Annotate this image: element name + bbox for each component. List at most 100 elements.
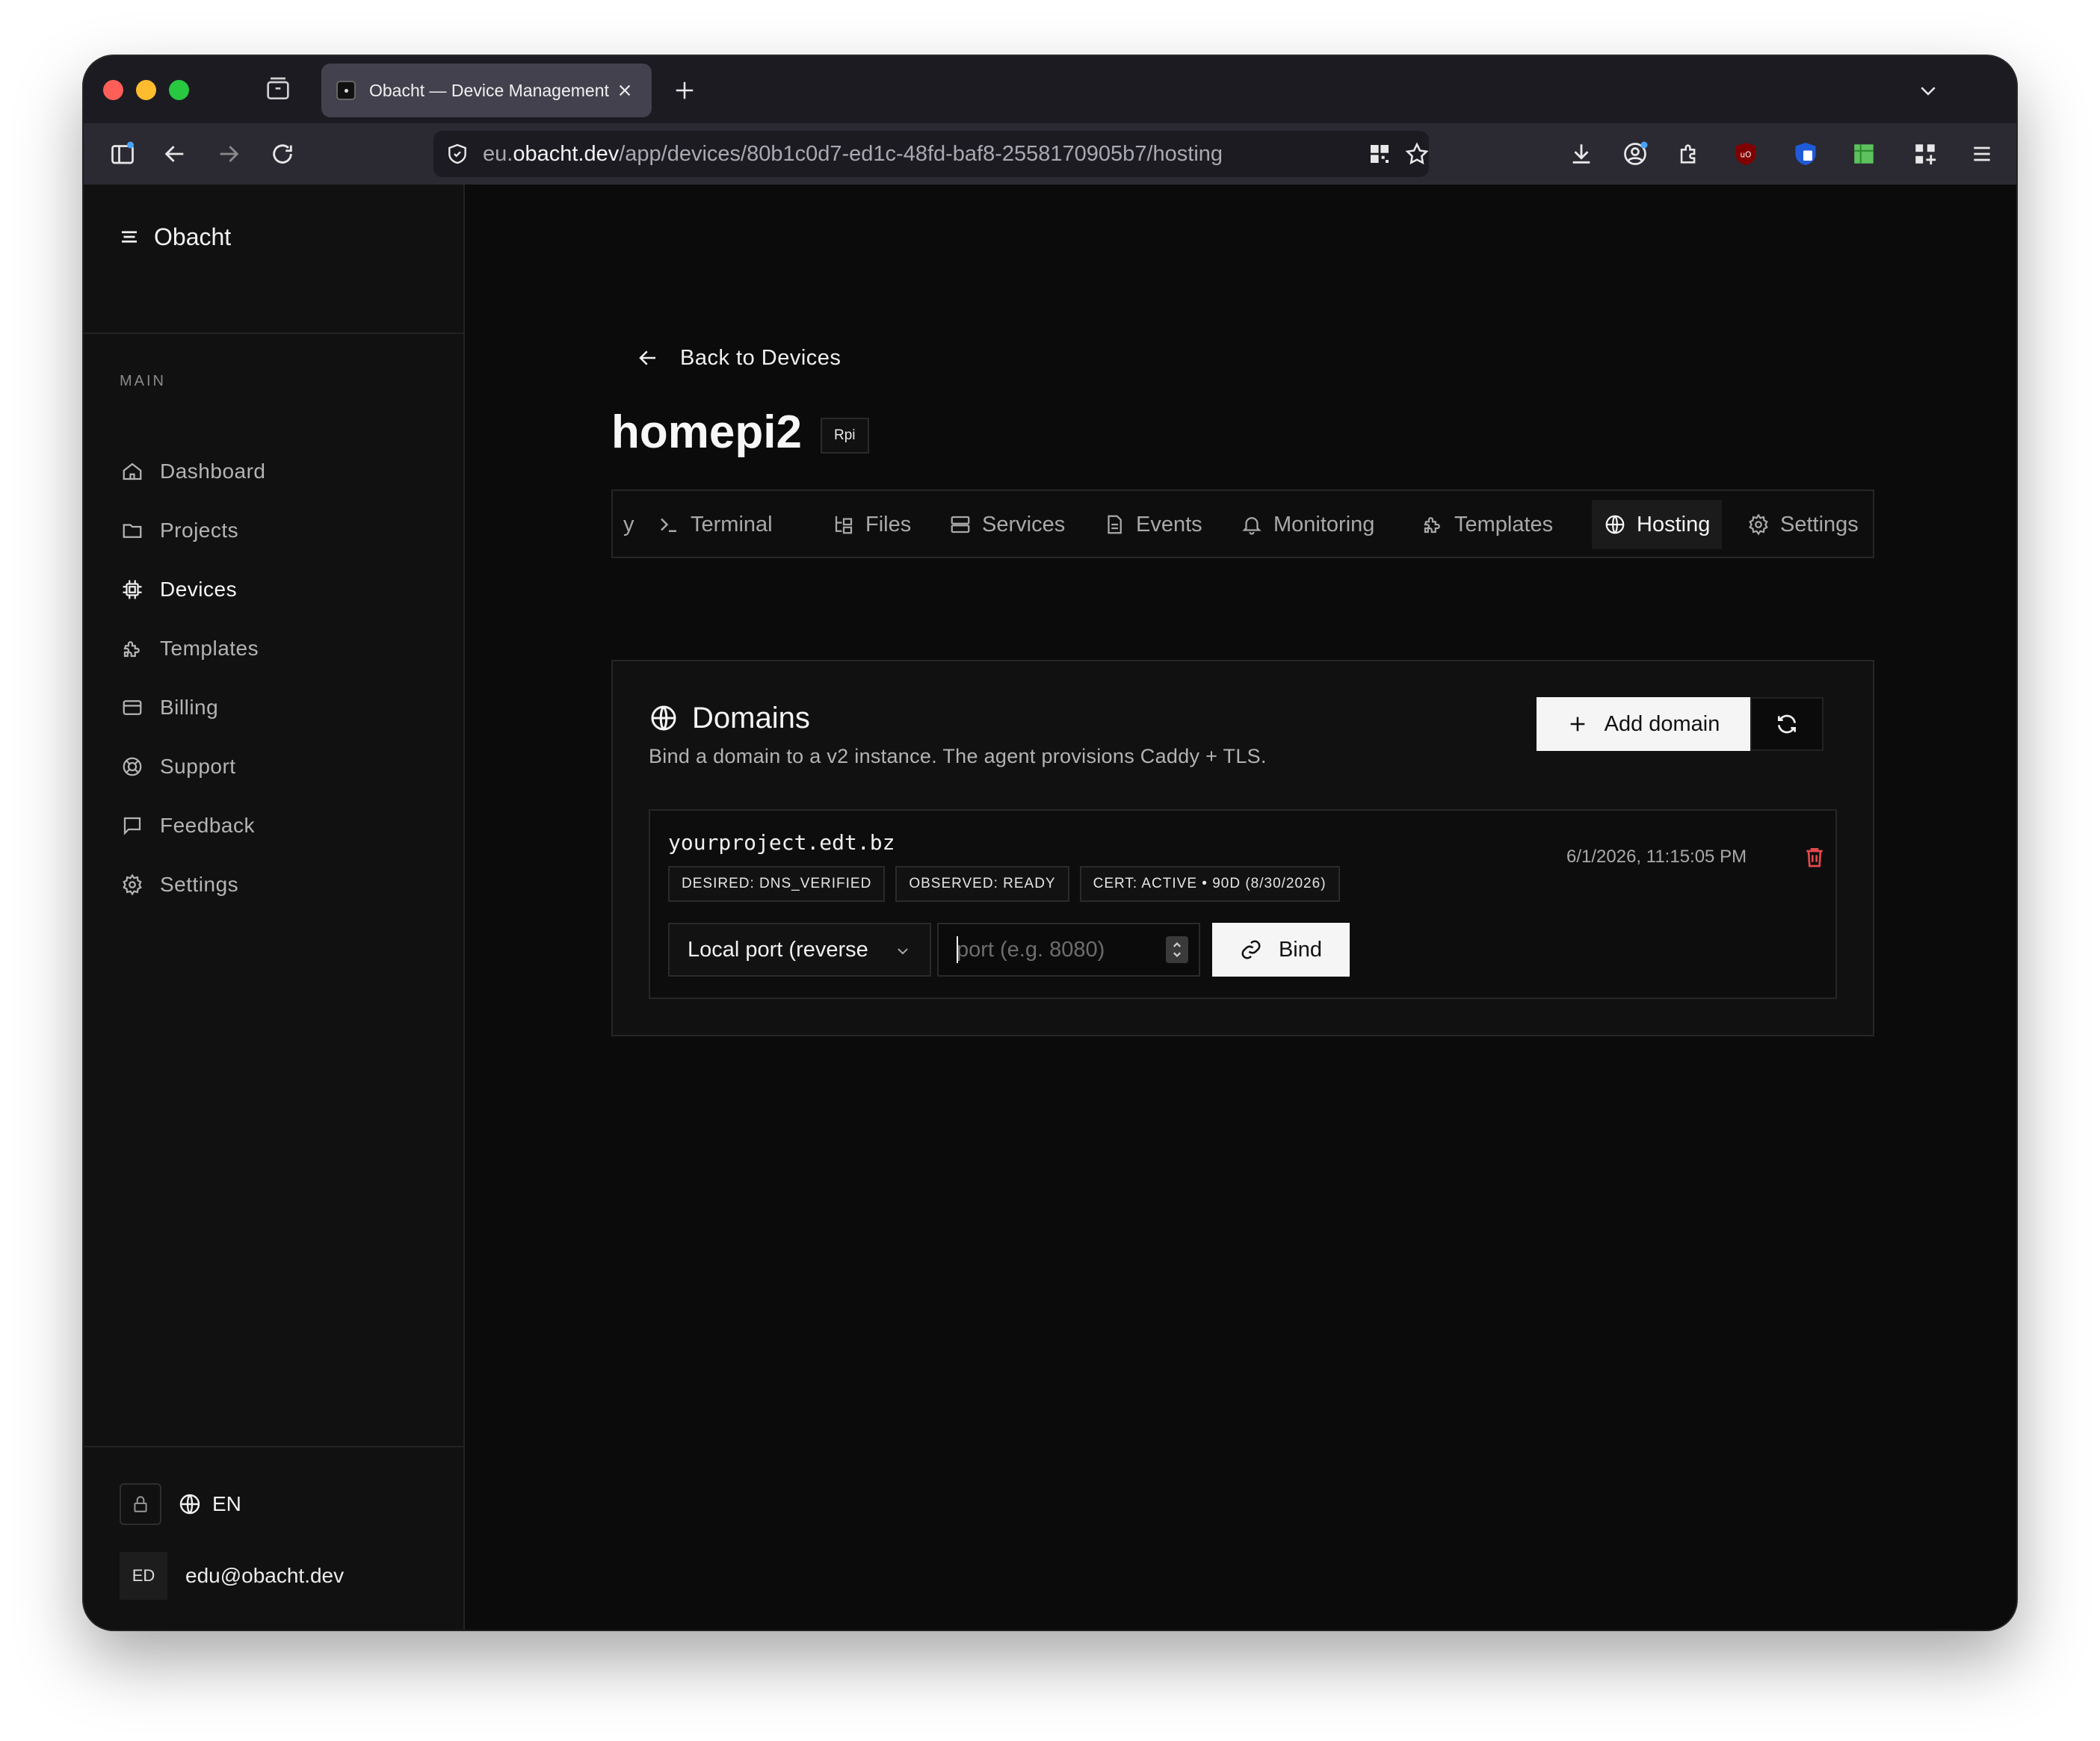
tab-overview-icon[interactable]	[263, 75, 293, 105]
avatar[interactable]: ED	[120, 1552, 167, 1600]
globe-icon	[178, 1492, 202, 1516]
back-arrow-icon[interactable]	[158, 137, 191, 170]
tab-files[interactable]: Files	[821, 500, 923, 549]
minimize-window-button[interactable]	[136, 80, 156, 100]
gear-icon	[1747, 513, 1770, 536]
tab-overview-partial[interactable]: y	[613, 500, 646, 549]
device-type-badge: Rpi	[821, 418, 869, 454]
delete-domain-button[interactable]	[1801, 844, 1828, 870]
forward-arrow-icon[interactable]	[212, 137, 245, 170]
app-sidebar: Obacht MAIN Dashboard Projects Devices T…	[84, 185, 465, 1630]
main-content: Back to Devices homepi2 Rpi y Terminal F…	[465, 185, 2016, 1630]
tab-events[interactable]: Events	[1091, 500, 1214, 549]
chevron-down-icon[interactable]	[1912, 74, 1945, 107]
language-switcher[interactable]: EN	[178, 1486, 241, 1522]
domains-subtitle: Bind a domain to a v2 instance. The agen…	[649, 745, 1267, 767]
tab-monitoring[interactable]: Monitoring	[1229, 500, 1386, 549]
url-text: eu.obacht.dev/app/devices/80b1c0d7-ed1c-…	[483, 141, 1223, 166]
sheets-extension-icon[interactable]	[1847, 137, 1880, 170]
browser-tab-active[interactable]: Obacht — Device Management	[321, 64, 652, 117]
sidebar-item-devices[interactable]: Devices	[120, 572, 237, 607]
browser-tab-title: Obacht — Device Management	[369, 80, 609, 100]
server-icon	[949, 513, 972, 536]
add-domain-button[interactable]: Add domain	[1537, 697, 1750, 751]
domains-title: Domains	[692, 701, 810, 735]
domain-timestamp: 6/1/2026, 11:15:05 PM	[1566, 847, 1747, 867]
section-label-main: MAIN	[120, 373, 166, 389]
text-cursor	[957, 936, 958, 963]
domain-row: yourproject.edt.bz DESIRED: DNS_VERIFIED…	[649, 809, 1837, 999]
back-link-label: Back to Devices	[680, 345, 841, 370]
sidebar-item-label: Feedback	[160, 814, 255, 837]
target-type-select[interactable]: Local port (reverse	[668, 923, 931, 977]
shield-extension-icon[interactable]	[1789, 137, 1822, 170]
sidebar-item-support[interactable]: Support	[120, 749, 236, 785]
folder-icon	[120, 518, 145, 543]
puzzle-icon	[120, 636, 145, 661]
sidebar-item-feedback[interactable]: Feedback	[120, 808, 255, 844]
sidebar-item-label: Dashboard	[160, 460, 266, 483]
shield-icon[interactable]	[445, 142, 469, 166]
target-type-value: Local port (reverse	[688, 937, 868, 962]
sidebar-item-settings[interactable]: Settings	[120, 867, 238, 903]
cert-status-badge: CERT: ACTIVE • 90D (8/30/2026)	[1079, 866, 1340, 902]
sidebar-item-label: Devices	[160, 578, 238, 601]
tab-services[interactable]: Services	[937, 500, 1077, 549]
svg-text:uO: uO	[1741, 151, 1752, 160]
status-badges: DESIRED: DNS_VERIFIED OBSERVED: READY CE…	[668, 866, 1350, 902]
folder-tree-icon	[833, 513, 855, 536]
sidebar-item-projects[interactable]: Projects	[120, 513, 238, 548]
desired-status-badge: DESIRED: DNS_VERIFIED	[668, 866, 886, 902]
apps-grid-icon[interactable]	[1909, 137, 1942, 170]
tab-terminal[interactable]: Terminal	[646, 500, 785, 549]
home-icon	[120, 459, 145, 484]
port-stepper[interactable]	[1166, 936, 1188, 963]
account-icon[interactable]	[1619, 137, 1652, 170]
sidebar-item-label: Projects	[160, 519, 239, 542]
tab-settings[interactable]: Settings	[1735, 500, 1871, 549]
refresh-button[interactable]	[1750, 697, 1823, 751]
download-icon[interactable]	[1565, 137, 1598, 170]
new-tab-icon[interactable]	[668, 74, 701, 107]
arrow-left-icon	[637, 347, 659, 369]
lock-button[interactable]	[120, 1483, 161, 1525]
domains-card: Domains Bind a domain to a v2 instance. …	[611, 660, 1874, 1036]
page-title: homepi2	[611, 406, 802, 458]
bookmark-star-icon[interactable]	[1400, 137, 1433, 170]
sidebar-item-dashboard[interactable]: Dashboard	[120, 454, 265, 489]
sidebar-item-label: Settings	[160, 873, 239, 896]
ublock-icon[interactable]: uO	[1729, 137, 1762, 170]
refresh-icon	[1775, 712, 1799, 736]
divider	[84, 1446, 463, 1447]
sidebar-toggle-icon[interactable]	[106, 137, 139, 170]
maximize-window-button[interactable]	[169, 80, 189, 100]
qr-code-icon[interactable]	[1363, 137, 1396, 170]
sidebar-item-billing[interactable]: Billing	[120, 690, 218, 726]
sidebar-item-templates[interactable]: Templates	[120, 631, 259, 667]
sidebar-item-label: Support	[160, 755, 236, 778]
port-input[interactable]	[937, 923, 1200, 977]
bind-button[interactable]: Bind	[1212, 923, 1350, 977]
message-icon	[120, 813, 145, 838]
plus-icon	[1567, 714, 1588, 735]
close-window-button[interactable]	[103, 80, 123, 100]
brand[interactable]: Obacht	[118, 220, 231, 253]
terminal-icon	[658, 513, 680, 536]
back-to-devices-link[interactable]: Back to Devices	[637, 341, 841, 374]
close-tab-icon[interactable]	[613, 78, 637, 102]
bind-label: Bind	[1278, 937, 1323, 962]
puzzle-icon	[1421, 513, 1444, 536]
menu-icon[interactable]	[1965, 137, 1998, 170]
tab-templates[interactable]: Templates	[1409, 500, 1565, 549]
tab-hosting[interactable]: Hosting	[1592, 500, 1723, 549]
menu-icon[interactable]	[118, 226, 140, 248]
favicon-icon	[336, 81, 356, 100]
lifebuoy-icon	[120, 754, 145, 779]
user-email[interactable]: edu@obacht.dev	[185, 1564, 344, 1588]
language-label: EN	[212, 1492, 241, 1515]
lock-icon	[131, 1494, 150, 1514]
extensions-puzzle-icon[interactable]	[1673, 137, 1705, 170]
trash-icon	[1803, 845, 1826, 869]
address-bar[interactable]: eu.obacht.dev/app/devices/80b1c0d7-ed1c-…	[433, 131, 1429, 177]
reload-icon[interactable]	[266, 137, 299, 170]
